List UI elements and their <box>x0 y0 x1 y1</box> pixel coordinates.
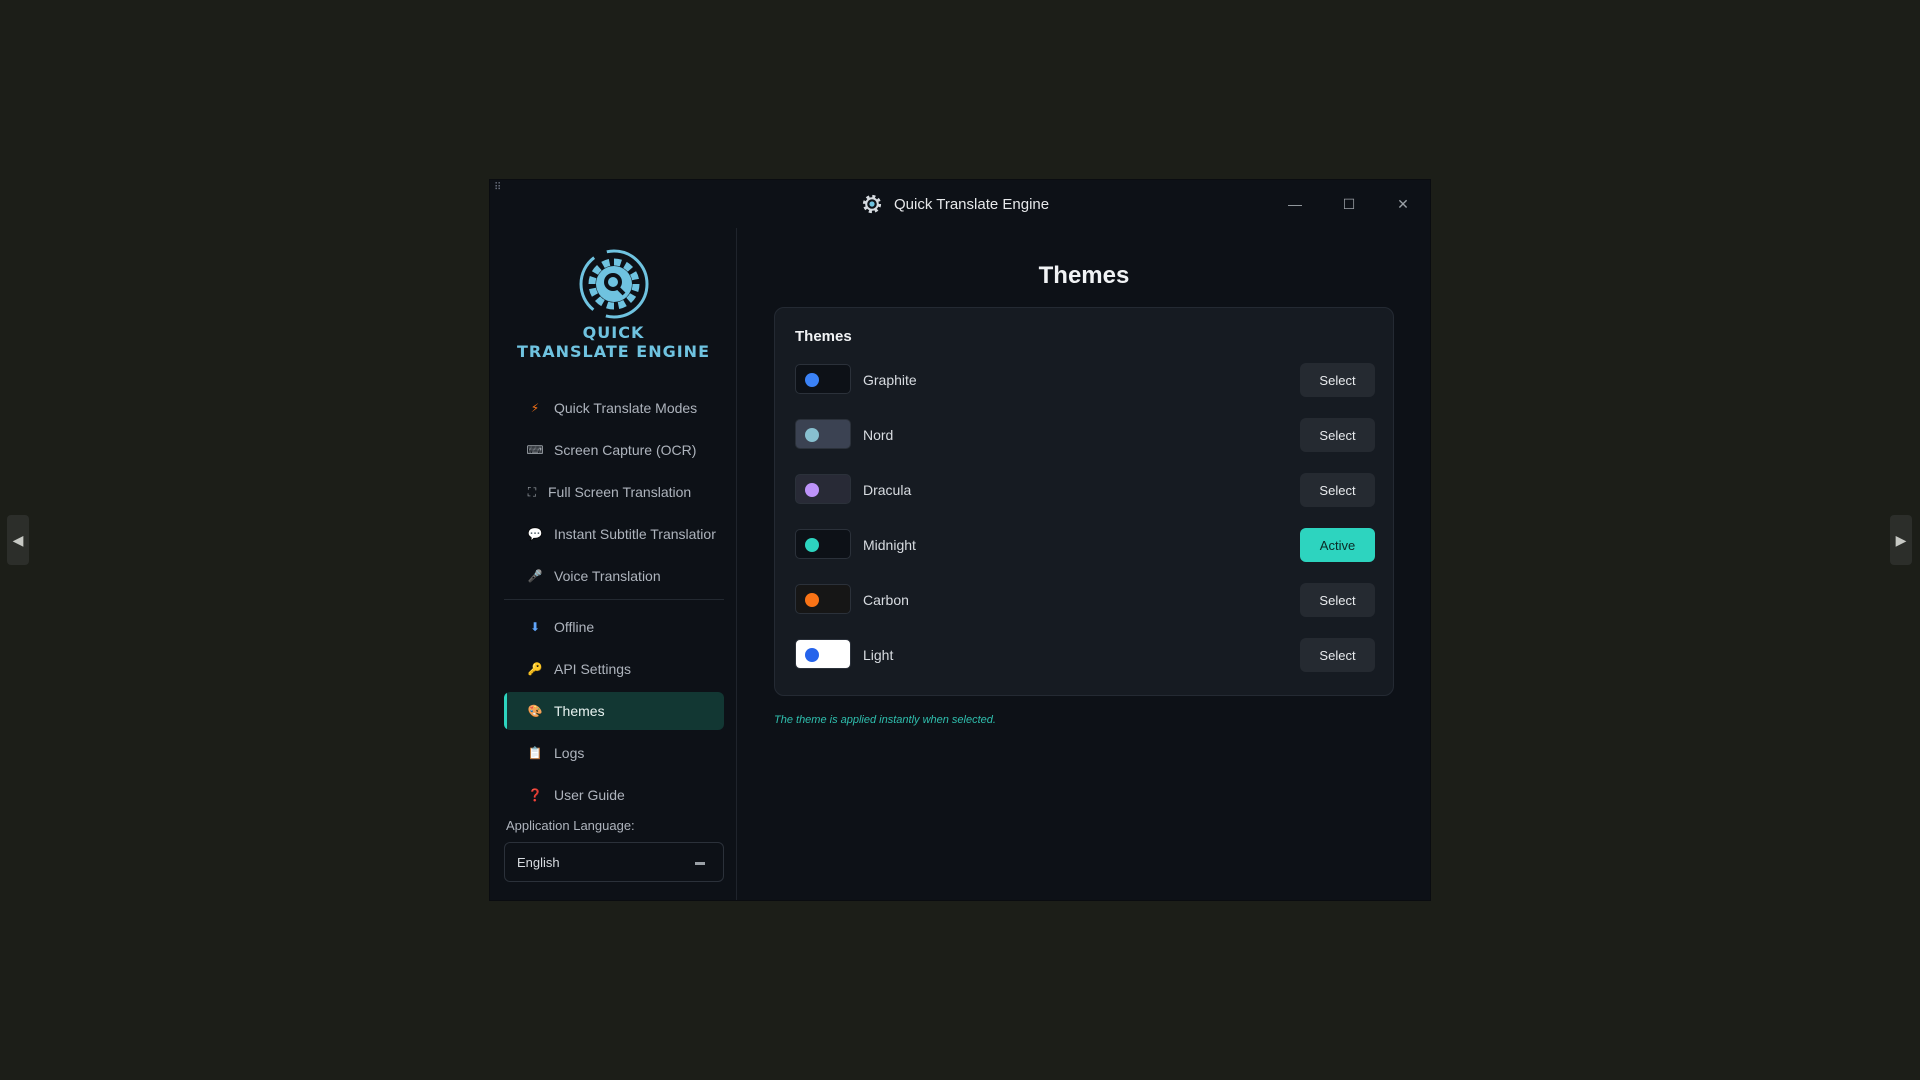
theme-name: Carbon <box>863 592 909 608</box>
sidebar-item-label: Voice Translation <box>554 568 661 584</box>
sidebar-item-full-screen-translation[interactable]: ⛶ Full Screen Translation <box>504 473 724 511</box>
theme-swatch <box>795 474 851 504</box>
minimize-button[interactable]: — <box>1268 180 1322 228</box>
language-select[interactable]: English ▬ <box>504 842 724 882</box>
sidebar-item-label: Logs <box>554 745 585 761</box>
theme-name: Graphite <box>863 372 917 388</box>
theme-name: Midnight <box>863 537 916 553</box>
fullscreen-icon: ⛶ <box>527 484 537 499</box>
theme-swatch <box>795 584 851 614</box>
keyboard-icon: ⌨ <box>526 443 544 457</box>
dropdown-icon: ▬ <box>695 857 705 868</box>
theme-swatch <box>795 419 851 449</box>
palette-icon: 🎨 <box>527 704 543 718</box>
theme-row-nord: Nord Select <box>795 418 1375 452</box>
window-title: Quick Translate Engine <box>894 195 1050 213</box>
select-theme-button[interactable]: Select <box>1300 473 1375 507</box>
language-value: English <box>517 854 560 870</box>
swatch-dot <box>805 483 819 497</box>
sidebar-nav: ⚡ Quick Translate Modes ⌨ Screen Capture… <box>504 389 724 818</box>
theme-row-midnight: Midnight Active <box>795 528 1375 562</box>
question-icon: ❓ <box>527 788 543 802</box>
close-button[interactable]: ✕ <box>1376 180 1430 228</box>
swatch-dot <box>805 648 819 662</box>
sidebar-item-offline[interactable]: ⬇ Offline <box>504 608 724 646</box>
sidebar-divider <box>504 599 724 600</box>
theme-swatch <box>795 639 851 669</box>
previous-arrow-button[interactable]: ◀ <box>7 515 29 565</box>
sidebar-item-label: API Settings <box>554 661 632 677</box>
active-theme-button[interactable]: Active <box>1300 528 1375 562</box>
sidebar: QUICK TRANSLATE ENGINE ⚡ Quick Translate… <box>490 228 737 900</box>
page-title: Themes <box>1038 262 1130 289</box>
app-logo: QUICK TRANSLATE ENGINE <box>490 246 737 360</box>
card-title: Themes <box>795 328 852 345</box>
swatch-dot <box>805 538 819 552</box>
select-theme-button[interactable]: Select <box>1300 363 1375 397</box>
theme-row-light: Light Select <box>795 638 1375 672</box>
theme-name: Nord <box>863 427 894 443</box>
speech-bubble-icon: 💬 <box>527 527 543 541</box>
key-icon: 🔑 <box>527 662 543 676</box>
arrow-right-icon: ▶ <box>1895 531 1907 548</box>
theme-row-graphite: Graphite Select <box>795 363 1375 397</box>
theme-row-carbon: Carbon Select <box>795 583 1375 617</box>
select-theme-button[interactable]: Select <box>1300 638 1375 672</box>
select-theme-button[interactable]: Select <box>1300 418 1375 452</box>
logo-line-1: QUICK <box>582 323 645 342</box>
language-label: Application Language: <box>506 818 635 833</box>
arrow-left-icon: ◀ <box>12 531 24 548</box>
download-icon: ⬇ <box>529 620 541 634</box>
themes-card: Themes Graphite Select Nord Select Dracu… <box>774 307 1394 696</box>
theme-row-dracula: Dracula Select <box>795 473 1375 507</box>
theme-note: The theme is applied instantly when sele… <box>774 714 996 726</box>
minimize-icon: — <box>1288 196 1302 212</box>
title-bar[interactable]: ⠿ Quick Translate Engine — ☐ ✕ <box>490 180 1430 228</box>
select-theme-button[interactable]: Select <box>1300 583 1375 617</box>
grip-icon: ⠿ <box>494 182 501 193</box>
lightning-icon: ⚡ <box>530 401 540 415</box>
sidebar-item-screen-capture[interactable]: ⌨ Screen Capture (OCR) <box>504 431 724 469</box>
sidebar-item-label: Quick Translate Modes <box>554 400 698 416</box>
maximize-button[interactable]: ☐ <box>1322 180 1376 228</box>
maximize-icon: ☐ <box>1342 195 1356 212</box>
gear-icon <box>862 194 882 214</box>
sidebar-item-api-settings[interactable]: 🔑 API Settings <box>504 650 724 688</box>
sidebar-item-logs[interactable]: 📋 Logs <box>504 734 724 772</box>
sidebar-item-instant-subtitle[interactable]: 💬 Instant Subtitle Translatior <box>504 515 724 553</box>
main-content: Themes Themes Graphite Select Nord Selec… <box>738 228 1430 900</box>
sidebar-item-label: User Guide <box>554 787 625 803</box>
theme-name: Light <box>863 647 894 663</box>
swatch-dot <box>805 428 819 442</box>
theme-name: Dracula <box>863 482 912 498</box>
sidebar-item-label: Screen Capture (OCR) <box>554 442 697 458</box>
swatch-dot <box>805 593 819 607</box>
app-window: ⠿ Quick Translate Engine — ☐ ✕ QUICK TRA… <box>490 180 1430 900</box>
next-arrow-button[interactable]: ▶ <box>1890 515 1912 565</box>
sidebar-item-quick-translate-modes[interactable]: ⚡ Quick Translate Modes <box>504 389 724 427</box>
sidebar-item-label: Instant Subtitle Translatior <box>554 526 716 542</box>
close-icon: ✕ <box>1397 195 1409 212</box>
theme-swatch <box>795 529 851 559</box>
clipboard-icon: 📋 <box>527 746 543 760</box>
sidebar-item-voice-translation[interactable]: 🎤 Voice Translation <box>504 557 724 595</box>
sidebar-item-label: Offline <box>554 619 595 635</box>
sidebar-item-label: Themes <box>554 703 605 719</box>
sidebar-item-user-guide[interactable]: ❓ User Guide <box>504 776 724 814</box>
logo-line-2: TRANSLATE ENGINE <box>516 342 710 361</box>
logo-gear-icon <box>579 249 648 319</box>
window-title-group: Quick Translate Engine <box>860 192 1049 216</box>
theme-swatch <box>795 364 851 394</box>
sidebar-item-themes[interactable]: 🎨 Themes <box>504 692 724 730</box>
sidebar-item-label: Full Screen Translation <box>548 484 692 500</box>
swatch-dot <box>805 373 819 387</box>
microphone-icon: 🎤 <box>527 569 543 583</box>
